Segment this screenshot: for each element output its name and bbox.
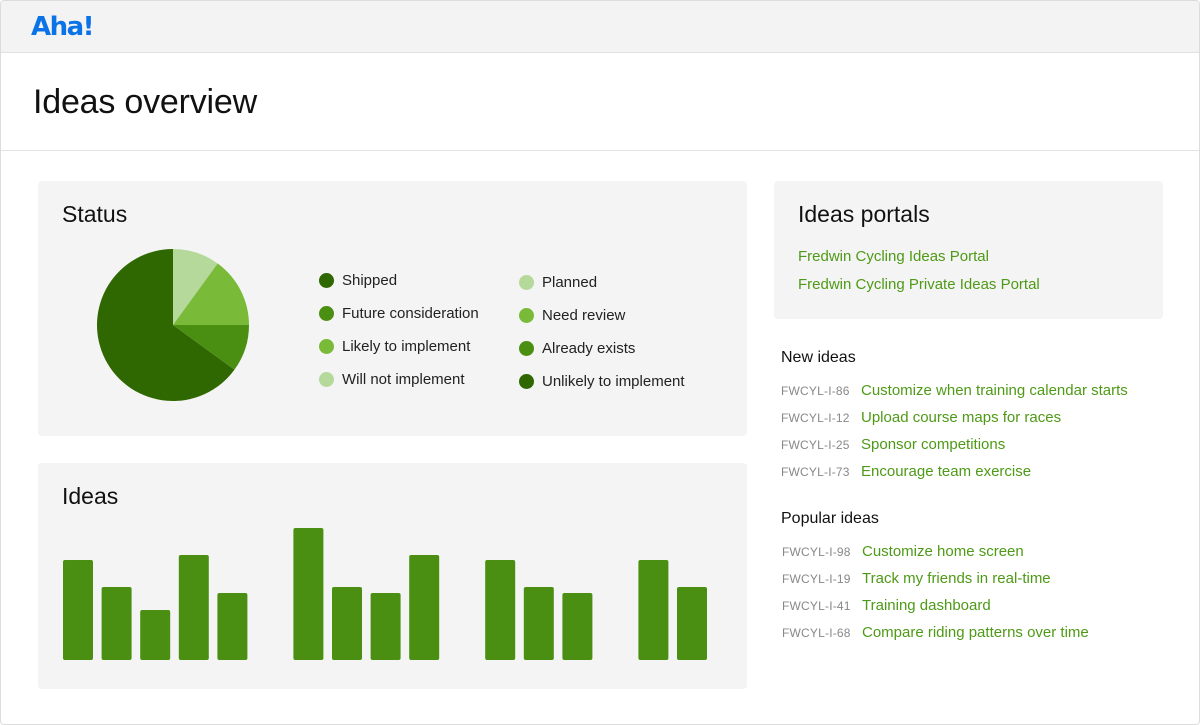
- idea-link[interactable]: Customize home screen: [862, 543, 1024, 560]
- new-idea-row[interactable]: FWCYL-I-86 Customize when training calen…: [781, 382, 1128, 399]
- legend-swatch: [319, 273, 334, 288]
- legend-item-planned: Planned: [519, 274, 597, 291]
- ideas-bar: [370, 593, 401, 660]
- legend-item-likely-to-implement: Likely to implement: [319, 338, 470, 355]
- legend-label: Future consideration: [342, 305, 479, 322]
- ideas-card: Ideas: [38, 463, 747, 689]
- idea-id: FWCYL-I-73: [781, 465, 850, 479]
- legend-label: Unlikely to implement: [542, 373, 685, 390]
- legend-swatch: [319, 372, 334, 387]
- top-bar: Aha!: [1, 1, 1199, 53]
- legend-item-future-consideration: Future consideration: [319, 305, 479, 322]
- legend-item-already-exists: Already exists: [519, 340, 635, 357]
- idea-link[interactable]: Training dashboard: [862, 597, 991, 614]
- ideas-bar: [562, 593, 593, 660]
- ideas-bar: [523, 587, 554, 660]
- portal-link[interactable]: Fredwin Cycling Ideas Portal: [798, 248, 989, 265]
- legend-item-shipped: Shipped: [319, 272, 397, 289]
- ideas-portals-title: Ideas portals: [798, 201, 930, 227]
- page-title: Ideas overview: [33, 83, 257, 121]
- legend-swatch: [319, 306, 334, 321]
- status-card-title: Status: [62, 201, 128, 227]
- idea-id: FWCYL-I-41: [782, 599, 851, 613]
- private-portal-link[interactable]: Fredwin Cycling Private Ideas Portal: [798, 276, 1040, 293]
- ideas-bar: [63, 560, 93, 660]
- popular-idea-row[interactable]: FWCYL-I-98 Customize home screen: [782, 543, 1024, 560]
- idea-id: FWCYL-I-98: [782, 545, 851, 559]
- page-header: Ideas overview: [1, 53, 1199, 151]
- legend-label: Already exists: [542, 340, 636, 357]
- legend-swatch: [319, 339, 334, 354]
- legend-swatch: [519, 275, 534, 290]
- popular-idea-row[interactable]: FWCYL-I-68 Compare riding patterns over …: [782, 624, 1089, 641]
- ideas-bar: [101, 587, 132, 660]
- idea-id: FWCYL-I-25: [781, 438, 850, 452]
- idea-link[interactable]: Track my friends in real-time: [862, 570, 1051, 587]
- legend-label: Need review: [542, 307, 626, 324]
- app-window: Aha! Ideas overview Status Shipped Futur…: [0, 0, 1200, 725]
- popular-idea-row[interactable]: FWCYL-I-19 Track my friends in real-time: [782, 570, 1051, 587]
- legend-label: Will not implement: [342, 371, 465, 388]
- legend-item-will-not-implement: Will not implement: [319, 371, 465, 388]
- popular-ideas-title: Popular ideas: [781, 510, 879, 527]
- ideas-bar: [293, 528, 324, 660]
- new-idea-row[interactable]: FWCYL-I-73 Encourage team exercise: [781, 463, 1031, 480]
- aha-logo[interactable]: Aha!: [31, 12, 95, 42]
- ideas-bar: [217, 593, 248, 660]
- idea-link[interactable]: Customize when training calendar starts: [861, 382, 1128, 399]
- legend-label: Likely to implement: [342, 338, 471, 355]
- idea-id: FWCYL-I-19: [782, 572, 851, 586]
- status-card: Status Shipped Future consideration Like…: [38, 181, 747, 436]
- ideas-bar: [677, 587, 707, 660]
- ideas-bar: [178, 555, 209, 660]
- ideas-bar: [140, 610, 171, 660]
- idea-link[interactable]: Compare riding patterns over time: [862, 624, 1089, 641]
- ideas-bar: [638, 560, 669, 660]
- legend-item-need-review: Need review: [519, 307, 625, 324]
- new-ideas-title: New ideas: [781, 349, 856, 366]
- new-idea-row[interactable]: FWCYL-I-25 Sponsor competitions: [781, 436, 1005, 453]
- legend-swatch: [519, 308, 534, 323]
- idea-link[interactable]: Upload course maps for races: [861, 409, 1061, 426]
- status-pie-chart: [97, 249, 249, 401]
- ideas-bar: [485, 560, 516, 660]
- legend-swatch: [519, 341, 534, 356]
- idea-link[interactable]: Sponsor competitions: [861, 436, 1005, 453]
- new-idea-row[interactable]: FWCYL-I-12 Upload course maps for races: [781, 409, 1061, 426]
- ideas-bar: [332, 587, 362, 660]
- legend-swatch: [519, 374, 534, 389]
- idea-link[interactable]: Encourage team exercise: [861, 463, 1031, 480]
- idea-id: FWCYL-I-68: [782, 626, 851, 640]
- idea-id: FWCYL-I-12: [781, 411, 850, 425]
- ideas-bar: [409, 555, 440, 660]
- idea-id: FWCYL-I-86: [781, 384, 850, 398]
- legend-item-unlikely-to-implement: Unlikely to implement: [519, 373, 685, 390]
- popular-idea-row[interactable]: FWCYL-I-41 Training dashboard: [782, 597, 991, 614]
- ideas-bar-chart: [63, 528, 707, 660]
- legend-label: Planned: [542, 274, 598, 291]
- legend-label: Shipped: [342, 272, 398, 289]
- ideas-portals-card: Ideas portals Fredwin Cycling Ideas Port…: [774, 181, 1163, 319]
